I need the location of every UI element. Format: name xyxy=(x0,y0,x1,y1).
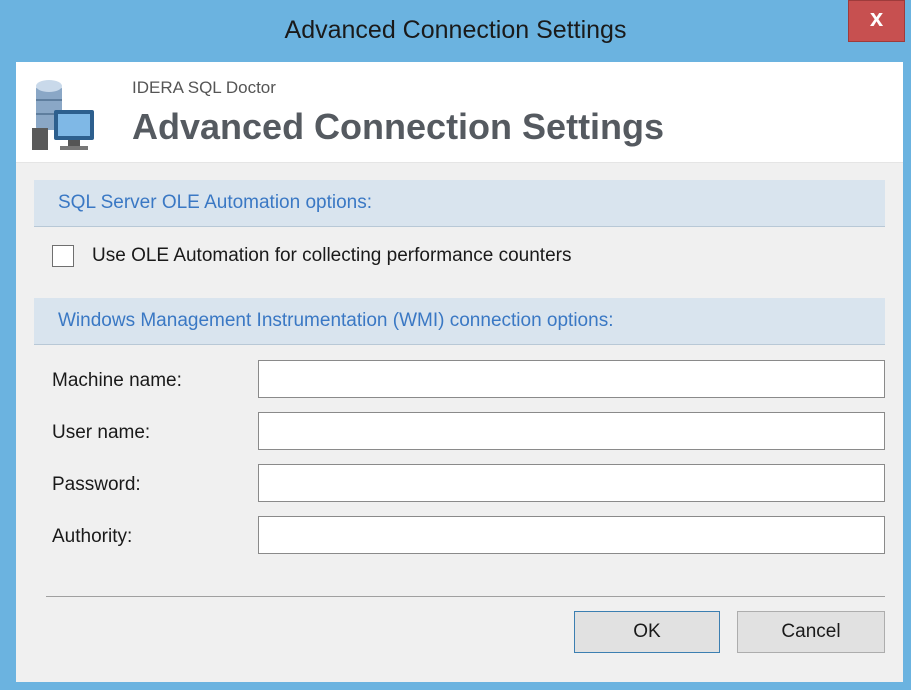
header-title: Advanced Connection Settings xyxy=(132,106,665,147)
user-name-input[interactable] xyxy=(258,412,885,450)
wmi-section-header: Windows Management Instrumentation (WMI)… xyxy=(34,298,885,345)
password-input[interactable] xyxy=(258,464,885,502)
ole-section-header: SQL Server OLE Automation options: xyxy=(34,180,885,227)
title-bar[interactable]: Advanced Connection Settings x xyxy=(0,0,911,62)
close-icon: x xyxy=(869,5,884,32)
dialog-body: IDERA SQL Doctor Advanced Connection Set… xyxy=(16,62,903,682)
authority-input[interactable] xyxy=(258,516,885,554)
divider xyxy=(46,596,885,597)
ole-automation-label[interactable]: Use OLE Automation for collecting perfor… xyxy=(92,245,571,267)
ok-button[interactable]: OK xyxy=(574,611,720,653)
dialog-window: Advanced Connection Settings x IDERA SQL… xyxy=(0,0,911,690)
app-name: IDERA SQL Doctor xyxy=(132,78,276,97)
dialog-header: IDERA SQL Doctor Advanced Connection Set… xyxy=(16,62,903,163)
ole-section-title: SQL Server OLE Automation options: xyxy=(58,192,373,213)
machine-name-input[interactable] xyxy=(258,360,885,398)
ole-automation-checkbox[interactable] xyxy=(52,245,74,267)
ole-checkbox-row[interactable]: Use OLE Automation for collecting perfor… xyxy=(52,243,752,269)
cancel-button[interactable]: Cancel xyxy=(737,611,885,653)
password-label: Password: xyxy=(52,474,141,495)
close-button[interactable]: x xyxy=(848,0,905,42)
database-computer-icon xyxy=(32,80,94,150)
machine-name-label: Machine name: xyxy=(52,370,182,391)
authority-label: Authority: xyxy=(52,526,133,547)
user-name-label: User name: xyxy=(52,422,151,443)
wmi-section-title: Windows Management Instrumentation (WMI)… xyxy=(58,310,614,331)
window-title: Advanced Connection Settings xyxy=(284,16,627,44)
